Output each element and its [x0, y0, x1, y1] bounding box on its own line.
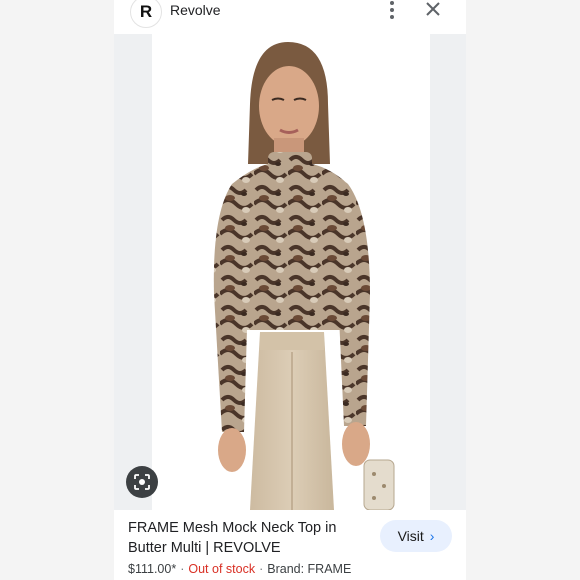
more-vert-icon[interactable]	[386, 0, 398, 20]
lens-icon	[134, 474, 150, 490]
lens-button[interactable]	[126, 466, 158, 498]
separator-dot: ·	[180, 562, 185, 576]
product-image-area	[114, 34, 466, 510]
close-icon[interactable]	[424, 0, 442, 18]
right-backdrop	[466, 0, 580, 580]
result-card: R Revolve FRAME Mesh Mock Neck Top in Bu…	[114, 0, 466, 580]
product-price: $111.00*	[128, 562, 177, 576]
stock-status: Out of stock	[188, 562, 256, 576]
visit-label: Visit	[397, 528, 424, 544]
left-backdrop	[0, 0, 114, 580]
site-logo[interactable]: R	[130, 0, 162, 28]
separator-dot: ·	[259, 562, 264, 576]
product-meta: $111.00* · Out of stock · Brand: FRAME	[128, 562, 351, 576]
product-photo[interactable]	[152, 34, 430, 510]
product-brand: Brand: FRAME	[267, 562, 352, 576]
product-title[interactable]: FRAME Mesh Mock Neck Top in Butter Multi…	[128, 518, 368, 558]
visit-button[interactable]: Visit ›	[380, 520, 452, 552]
chevron-right-icon: ›	[429, 528, 435, 544]
site-name[interactable]: Revolve	[170, 2, 221, 18]
model-illustration	[213, 42, 395, 510]
card-header: R Revolve	[114, 0, 466, 34]
